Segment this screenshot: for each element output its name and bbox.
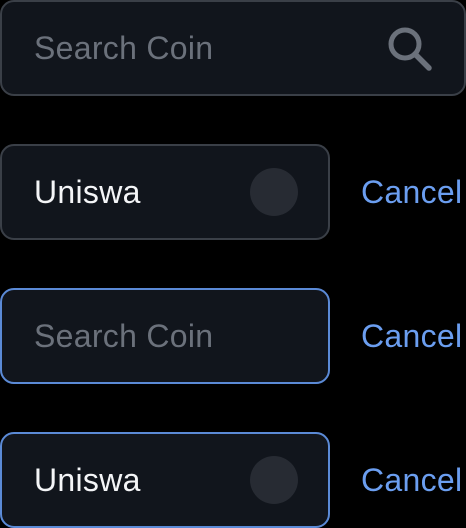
cancel-button[interactable]: Cancel: [361, 462, 462, 499]
loading-spinner-icon: [250, 456, 298, 504]
cancel-button[interactable]: Cancel: [361, 174, 462, 211]
search-bar-focused: Search Coin Cancel: [0, 288, 462, 384]
search-input[interactable]: Search Coin: [0, 0, 466, 96]
search-input[interactable]: Uniswa: [0, 432, 330, 528]
search-bar-focused-typed: Uniswa Cancel: [0, 432, 462, 528]
search-input[interactable]: Uniswa: [0, 144, 330, 240]
search-placeholder: Search Coin: [34, 317, 214, 354]
search-bar-typed: Uniswa Cancel: [0, 144, 462, 240]
search-bar-default: Search Coin: [0, 0, 466, 96]
search-value: Uniswa: [34, 173, 141, 210]
cancel-button[interactable]: Cancel: [361, 318, 462, 355]
search-icon[interactable]: [384, 23, 434, 73]
search-input[interactable]: Search Coin: [0, 288, 330, 384]
loading-spinner-icon: [250, 168, 298, 216]
search-placeholder: Search Coin: [34, 29, 214, 66]
search-value: Uniswa: [34, 461, 141, 498]
